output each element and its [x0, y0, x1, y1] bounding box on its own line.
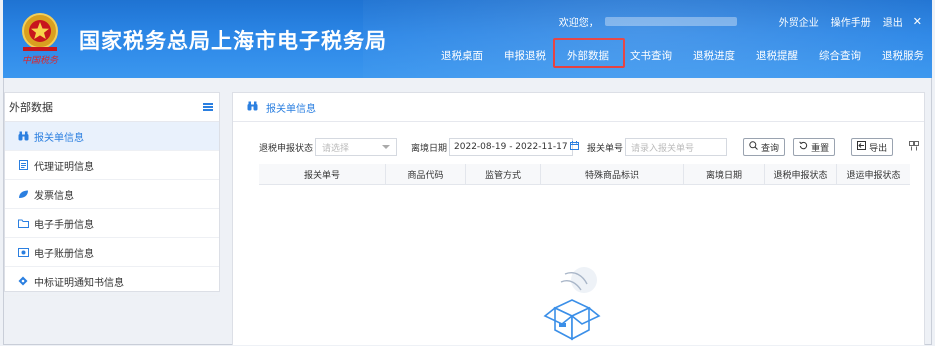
nav-refund-service[interactable]: 退税服务 [882, 48, 924, 63]
sidebar-item-label: 中标证明通知书信息 [34, 277, 124, 289]
refund-status-select[interactable]: 请选择 [315, 138, 398, 156]
export-icon [857, 141, 867, 153]
main-panel: 报关单信息 退税申报状态 请选择 离境日期 2022-08-19 - 2022-… [232, 92, 925, 345]
svg-text:中国税务: 中国税务 [22, 55, 59, 66]
nav-declare-refund[interactable]: 申报退税 [504, 48, 546, 63]
refresh-icon [799, 141, 808, 153]
customs-no-label: 报关单号 [587, 143, 624, 154]
departure-date-range-input[interactable]: 2022-08-19 - 2022-11-17 [449, 138, 579, 156]
breadcrumb: 报关单信息 [233, 93, 924, 122]
sidebar-header: 外部数据 [5, 93, 219, 122]
binoculars-icon [16, 131, 30, 141]
search-icon [749, 141, 758, 153]
export-button[interactable]: 导出 [851, 138, 894, 156]
calendar-icon [569, 141, 579, 153]
sidebar-item-label: 电子账册信息 [34, 248, 94, 260]
link-manual[interactable]: 操作手册 [831, 14, 871, 29]
document-icon [16, 160, 30, 170]
leaf-icon [16, 190, 30, 199]
tax-emblem-logo: 中国税务 [22, 13, 59, 66]
hamburger-menu-icon[interactable] [203, 103, 213, 111]
column-header[interactable]: 特殊商品标识 [541, 164, 684, 184]
binoculars-icon [247, 101, 258, 114]
sidebar: 外部数据 报关单信息 代理证明信息 发票信息 电子手册信息 电子账册信息 中标证… [4, 92, 220, 296]
link-foreign-trade[interactable]: 外贸企业 [779, 14, 819, 29]
sidebar-item-label: 报关单信息 [34, 132, 84, 144]
sidebar-item-invoice[interactable]: 发票信息 [5, 180, 219, 209]
refund-status-label: 退税申报状态 [259, 143, 314, 154]
folder-icon [16, 219, 30, 228]
tag-icon [16, 276, 30, 286]
nav-external-data[interactable]: 外部数据 [553, 37, 625, 68]
customs-no-input[interactable]: 请录入报关单号 [625, 138, 728, 156]
chevron-down-icon [382, 145, 391, 149]
sidebar-item-label: 代理证明信息 [34, 161, 94, 173]
ledger-icon [16, 247, 30, 257]
sidebar-item-bid-notice[interactable]: 中标证明通知书信息 [5, 267, 219, 296]
sidebar-item-e-ledger[interactable]: 电子账册信息 [5, 238, 219, 267]
column-header[interactable]: 报关单号 [259, 164, 386, 184]
sidebar-item-customs-declaration[interactable]: 报关单信息 [5, 122, 219, 151]
sidebar-item-e-handbook[interactable]: 电子手册信息 [5, 209, 219, 238]
sidebar-title: 外部数据 [9, 101, 53, 114]
main-nav: 退税桌面 申报退税 外部数据 文书查询 退税进度 退税提醒 综合查询 退税服务 [441, 37, 932, 70]
link-logout[interactable]: 退出 [883, 14, 903, 29]
nav-document-query[interactable]: 文书查询 [630, 48, 672, 63]
reset-button[interactable]: 重置 [793, 138, 836, 156]
refund-status-placeholder: 请选择 [322, 143, 350, 154]
nav-refund-reminder[interactable]: 退税提醒 [756, 48, 798, 63]
breadcrumb-label: 报关单信息 [266, 103, 316, 115]
header-bar: 中国税务 国家税务总局上海市电子税务局 欢迎您， 外贸企业 操作手册 退出 ✕ … [3, 0, 932, 78]
column-header[interactable]: 退运申报状态 [837, 164, 910, 184]
fullscreen-icon[interactable]: ✕ [913, 15, 922, 28]
empty-box-icon [543, 267, 601, 341]
column-settings-icon[interactable] [909, 140, 920, 154]
welcome-text: 欢迎您， [558, 17, 599, 29]
reset-label: 重置 [811, 143, 830, 154]
sidebar-item-agency-certificate[interactable]: 代理证明信息 [5, 151, 219, 180]
column-header[interactable]: 监管方式 [466, 164, 541, 184]
filter-bar: 退税申报状态 请选择 离境日期 2022-08-19 - 2022-11-17 … [259, 137, 920, 157]
sidebar-item-label: 发票信息 [34, 190, 74, 202]
departure-date-label: 离境日期 [411, 143, 448, 154]
nav-refund-progress[interactable]: 退税进度 [693, 48, 735, 63]
column-header[interactable]: 退税申报状态 [765, 164, 837, 184]
nav-refund-desktop[interactable]: 退税桌面 [441, 48, 483, 63]
export-label: 导出 [869, 143, 888, 154]
date-range-value: 2022-08-19 - 2022-11-17 [454, 142, 568, 152]
top-links: 欢迎您， 外贸企业 操作手册 退出 ✕ [559, 13, 922, 29]
sidebar-item-label: 电子手册信息 [34, 219, 94, 231]
site-title: 国家税务总局上海市电子税务局 [79, 29, 387, 53]
query-button[interactable]: 查询 [743, 138, 786, 156]
nav-comprehensive-query[interactable]: 综合查询 [819, 48, 861, 63]
query-label: 查询 [761, 143, 780, 154]
column-header[interactable]: 离境日期 [684, 164, 765, 184]
table-header-row: 报关单号 商品代码 监管方式 特殊商品标识 离境日期 退税申报状态 退运申报状态 [259, 164, 910, 185]
user-name-blurred [604, 16, 737, 26]
column-header[interactable]: 商品代码 [386, 164, 466, 184]
customs-no-placeholder: 请录入报关单号 [631, 143, 695, 154]
